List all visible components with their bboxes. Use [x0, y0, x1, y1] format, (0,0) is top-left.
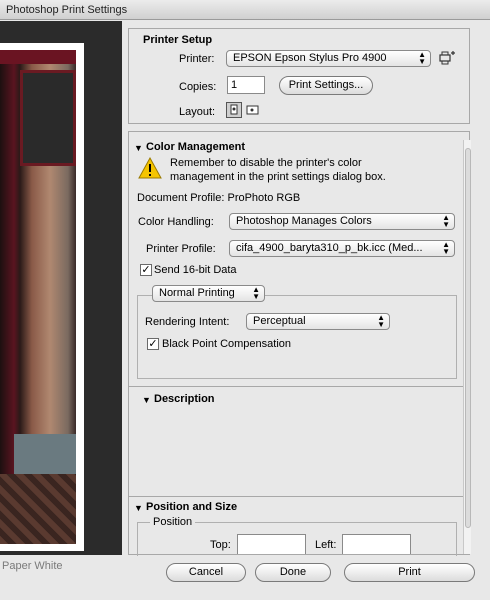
- portrait-layout-icon[interactable]: [226, 102, 242, 118]
- printer-profile-select[interactable]: cifa_4900_baryta310_p_bk.icc (Med... ▲ ▼: [229, 240, 455, 257]
- divider: [128, 386, 470, 387]
- printer-setup-panel: Printer Setup Printer: EPSON Epson Stylu…: [128, 28, 470, 124]
- landscape-layout-icon[interactable]: [245, 102, 261, 118]
- print-bounds[interactable]: [0, 46, 80, 548]
- rendering-intent-value: Perceptual: [253, 315, 306, 327]
- warning-text-line2: management in the print settings dialog …: [170, 171, 386, 183]
- printer-select-value: EPSON Epson Stylus Pro 4900: [233, 52, 387, 64]
- printer-select[interactable]: EPSON Epson Stylus Pro 4900 ▲ ▼: [226, 50, 431, 67]
- description-title: Description: [154, 393, 215, 405]
- color-management-disclosure-icon[interactable]: ▼: [134, 143, 143, 153]
- settings-scrollbar[interactable]: [463, 140, 471, 554]
- scrollbar-thumb[interactable]: [465, 148, 471, 528]
- black-point-compensation-label: Black Point Compensation: [162, 338, 292, 350]
- print-settings-button[interactable]: Print Settings...: [279, 76, 373, 95]
- position-size-title: Position and Size: [146, 501, 238, 513]
- position-label: Position: [150, 516, 196, 528]
- left-input[interactable]: [342, 534, 411, 554]
- printer-profile-label: Printer Profile:: [146, 243, 216, 255]
- chevron-updown-icon: ▲ ▼: [377, 313, 385, 329]
- color-handling-select[interactable]: Photoshop Manages Colors ▲ ▼: [229, 213, 455, 230]
- normal-printing-value: Normal Printing: [159, 287, 235, 299]
- warning-text-line1: Remember to disable the printer's color: [170, 157, 362, 169]
- send-16bit-label: Send 16-bit Data: [154, 264, 237, 276]
- printer-label: Printer:: [179, 53, 215, 65]
- divider: [128, 496, 470, 497]
- color-management-title: Color Management: [146, 141, 246, 153]
- print-button[interactable]: Print: [344, 563, 475, 582]
- document-profile: Document Profile: ProPhoto RGB: [137, 192, 301, 204]
- cancel-button[interactable]: Cancel: [166, 563, 246, 582]
- normal-printing-select[interactable]: Normal Printing ▲ ▼: [152, 285, 265, 302]
- rendering-intent-label: Rendering Intent:: [145, 316, 230, 328]
- description-disclosure-icon[interactable]: ▼: [142, 395, 151, 405]
- printer-profile-value: cifa_4900_baryta310_p_bk.icc (Med...: [236, 242, 423, 254]
- chevron-updown-icon: ▲ ▼: [252, 285, 260, 301]
- print-preview: [0, 21, 122, 555]
- chevron-updown-icon: ▲ ▼: [442, 213, 450, 229]
- copies-input[interactable]: 1: [227, 76, 265, 94]
- rendering-intent-select[interactable]: Perceptual ▲ ▼: [246, 313, 390, 330]
- layout-label: Layout:: [179, 106, 216, 118]
- color-handling-label: Color Handling:: [138, 216, 214, 228]
- top-input[interactable]: [237, 534, 306, 554]
- chevron-updown-icon: ▲ ▼: [442, 240, 450, 256]
- printer-setup-title: Printer Setup: [143, 34, 213, 46]
- printer-add-icon[interactable]: [438, 50, 456, 66]
- print-options-group: [137, 295, 457, 379]
- color-handling-value: Photoshop Manages Colors: [236, 215, 372, 227]
- position-size-disclosure-icon[interactable]: ▼: [134, 503, 143, 513]
- done-button[interactable]: Done: [255, 563, 331, 582]
- paper-white-label: Paper White: [2, 560, 63, 572]
- chevron-updown-icon: ▲ ▼: [418, 50, 426, 66]
- copies-label: Copies:: [179, 81, 217, 93]
- warning-icon: [138, 157, 162, 179]
- left-label: Left:: [315, 539, 337, 551]
- window-title: Photoshop Print Settings: [0, 0, 490, 20]
- top-label: Top:: [210, 539, 231, 551]
- send-16bit-checkbox[interactable]: ✓: [140, 264, 152, 276]
- black-point-compensation-checkbox[interactable]: ✓: [147, 338, 159, 350]
